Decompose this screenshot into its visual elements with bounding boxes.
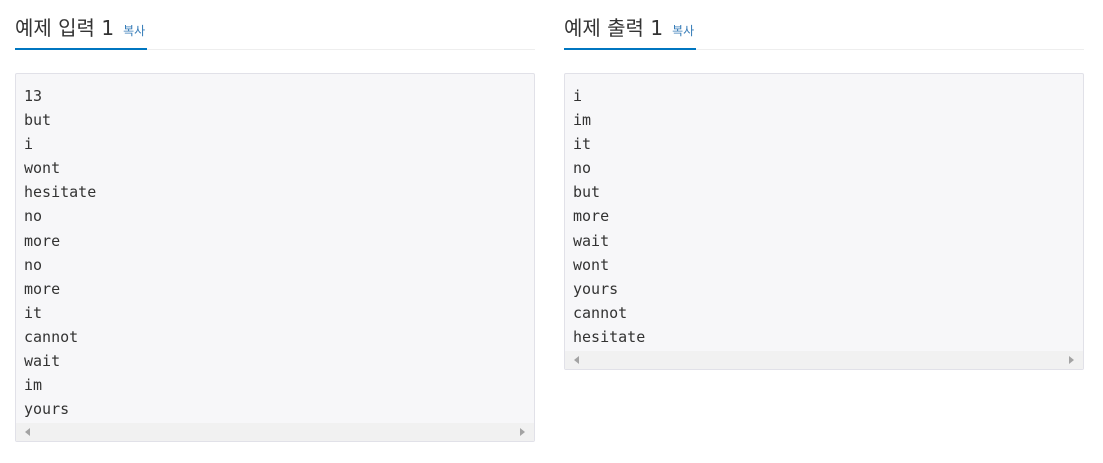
sample-input-code-box[interactable]: 13 but i wont hesitate no more no more it cannot wa… (15, 73, 535, 443)
code-line: i (24, 135, 34, 154)
code-line: no (573, 159, 592, 178)
code-line: wont (24, 159, 61, 178)
scroll-left-arrow-icon[interactable] (25, 428, 30, 437)
code-line: more (573, 207, 610, 226)
sample-input-horizontal-scrollbar[interactable] (16, 423, 534, 442)
code-line: hesitate (24, 183, 97, 202)
code-line: im (24, 376, 43, 395)
sample-input-headline-underline: 예제 입력 1 복사 (15, 0, 148, 50)
sample-input-headline: 예제 입력 1 복사 (15, 0, 535, 50)
sample-input-panel: 예제 입력 1 복사 13 but i wont hesitate no more no mor… (15, 0, 535, 443)
code-line: more (24, 279, 61, 298)
code-line: no (24, 255, 43, 274)
code-line: yours (573, 279, 619, 298)
sample-output-horizontal-scrollbar[interactable] (565, 351, 1083, 370)
sample-output-headline: 예제 출력 1 복사 (564, 0, 1084, 50)
code-line: yours (24, 400, 70, 419)
code-line: i (573, 87, 583, 105)
sample-output-panel: 예제 출력 1 복사 i im it no but more wait wont yours ca… (564, 0, 1084, 371)
code-line: but (573, 183, 601, 202)
code-line: 13 (24, 87, 43, 105)
scroll-right-arrow-icon[interactable] (1069, 356, 1074, 365)
scroll-right-arrow-icon[interactable] (520, 428, 525, 437)
code-line: cannot (573, 303, 628, 322)
sample-output-code-box[interactable]: i im it no but more wait wont yours cannot hesitat… (564, 73, 1084, 371)
sample-input-code: 13 but i wont hesitate no more no more it cannot wa… (16, 74, 534, 421)
code-line: im (573, 111, 592, 130)
sample-input-copy-button[interactable]: 복사 (123, 24, 145, 38)
code-line: it (573, 135, 592, 154)
sample-output-headline-underline: 예제 출력 1 복사 (564, 0, 697, 50)
code-line: it (24, 303, 43, 322)
code-line: wont (573, 255, 610, 274)
code-line: but (24, 111, 52, 130)
scroll-left-arrow-icon[interactable] (574, 356, 579, 365)
sample-output-copy-button[interactable]: 복사 (672, 24, 694, 38)
code-line: no (24, 207, 43, 226)
code-line: more (24, 231, 61, 250)
sample-output-title: 예제 출력 1 (564, 16, 664, 40)
sample-output-code: i im it no but more wait wont yours cannot hesitat… (565, 74, 1083, 349)
code-line: wait (24, 352, 61, 371)
code-line: wait (573, 231, 610, 250)
code-line: hesitate (573, 327, 646, 346)
code-line: cannot (24, 327, 79, 346)
sample-input-title: 예제 입력 1 (15, 16, 115, 40)
